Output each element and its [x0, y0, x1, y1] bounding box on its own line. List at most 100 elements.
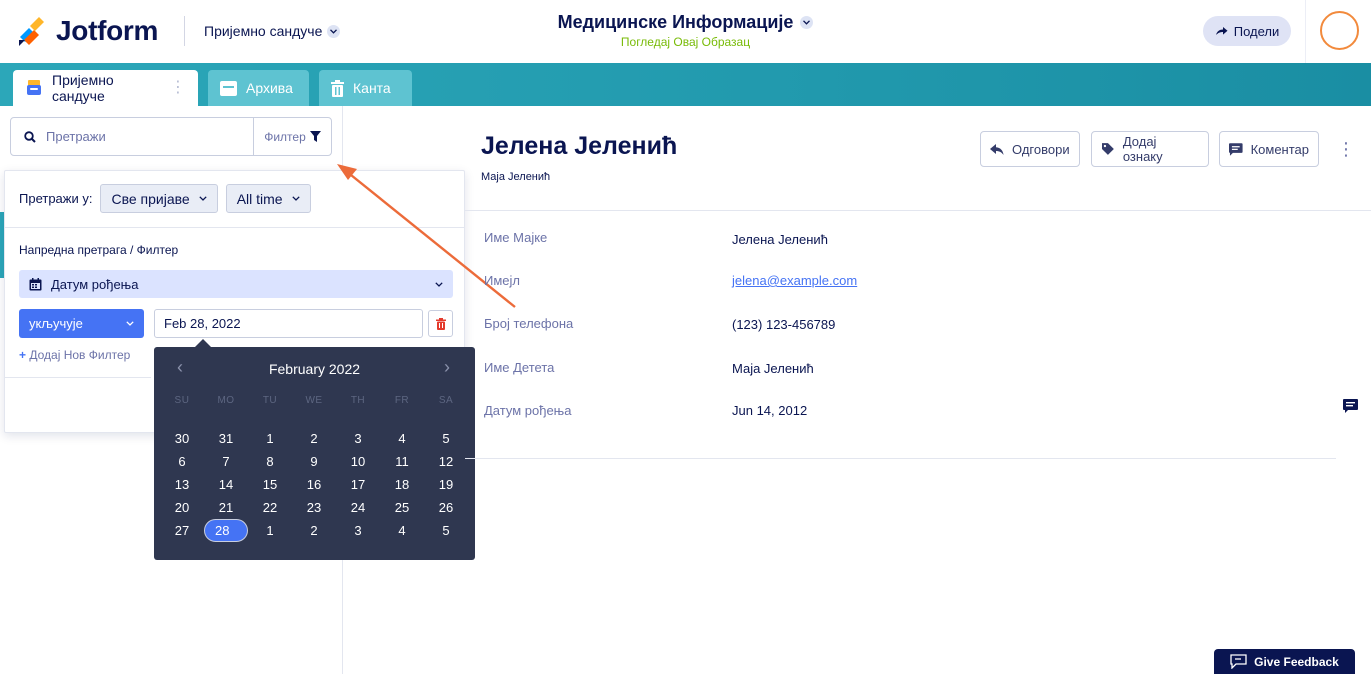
calendar-day[interactable]: 31 — [204, 427, 248, 450]
calendar-day[interactable]: 15 — [248, 473, 292, 496]
time-range-select[interactable]: All time — [225, 184, 311, 213]
scope-select[interactable]: Све пријаве — [100, 184, 218, 213]
calendar-day[interactable]: 14 — [204, 473, 248, 496]
field-value: Маја Јеленић — [732, 361, 814, 376]
calendar-day[interactable]: 21 — [204, 496, 248, 519]
chevron-down-icon — [126, 321, 134, 326]
field-value: Јелена Јеленић — [732, 232, 828, 247]
plus-icon: + — [19, 348, 27, 362]
calendar-day-selected[interactable]: 28 — [204, 519, 248, 542]
calendar-day[interactable]: 7 — [204, 450, 248, 473]
filter-label: Филтер — [264, 129, 306, 144]
filter-field-select[interactable]: Датум рођења — [19, 270, 453, 298]
submission-subtitle: Маја Јеленић — [481, 171, 551, 183]
calendar-day[interactable]: 12 — [424, 450, 468, 473]
scope-select-value: Све пријаве — [111, 190, 190, 207]
share-button[interactable]: Подели — [1203, 16, 1291, 46]
field-label: Име Мајке — [484, 230, 548, 245]
funnel-icon — [309, 131, 321, 142]
search-input[interactable] — [46, 129, 236, 144]
calendar-day[interactable]: 3 — [336, 427, 380, 450]
field-value: (123) 123-456789 — [732, 317, 836, 332]
form-title[interactable]: Медицинске Информације — [558, 12, 814, 33]
more-options-icon[interactable]: ⋮ — [170, 80, 186, 96]
tab-inbox[interactable]: Пријемно сандуче ⋮ — [13, 70, 198, 106]
calendar-day[interactable]: 10 — [336, 450, 380, 473]
divider — [465, 210, 1371, 211]
comment-icon[interactable] — [1343, 399, 1358, 413]
calendar-day[interactable]: 2 — [292, 519, 336, 542]
advanced-search-label: Напредна претрага / Филтер — [19, 243, 179, 257]
reply-icon — [990, 143, 1004, 155]
archive-icon — [220, 80, 237, 96]
weekday-label: MO — [217, 395, 235, 406]
calendar-day[interactable]: 23 — [292, 496, 336, 519]
chevron-down-icon — [199, 196, 207, 201]
weekday-label: WE — [305, 395, 323, 406]
add-filter-label: Додај Нов Филтер — [29, 348, 131, 362]
calendar-day[interactable]: 8 — [248, 450, 292, 473]
weekday-label: TH — [350, 395, 366, 406]
trash-icon — [435, 317, 446, 330]
calendar-day[interactable]: 20 — [160, 496, 204, 519]
calendar-day[interactable]: 9 — [292, 450, 336, 473]
weekday-label: SA — [438, 395, 454, 406]
calendar-day[interactable]: 1 — [248, 519, 292, 542]
reply-label: Одговори — [1012, 141, 1070, 157]
calendar-day[interactable]: 30 — [160, 427, 204, 450]
calendar-day[interactable]: 11 — [380, 450, 424, 473]
filter-button[interactable]: Филтер — [253, 118, 331, 155]
calendar-day[interactable]: 2 — [292, 427, 336, 450]
filter-date-input[interactable] — [154, 309, 423, 338]
more-actions-icon[interactable]: ⋮ — [1337, 138, 1355, 160]
calendar-day[interactable]: 3 — [336, 519, 380, 542]
calendar-day[interactable]: 13 — [160, 473, 204, 496]
calendar-day[interactable]: 17 — [336, 473, 380, 496]
calendar-day[interactable]: 1 — [248, 427, 292, 450]
view-form-link[interactable]: Погледај Овај Образац — [0, 35, 1371, 49]
add-filter-link[interactable]: + Додај Нов Филтер — [19, 348, 130, 362]
chevron-down-icon — [291, 196, 300, 201]
search-in-label: Претражи у: — [19, 191, 93, 206]
submission-title: Јелена Јеленић — [481, 132, 678, 160]
search-box: Филтер — [10, 117, 332, 156]
chevron-down-icon — [800, 16, 814, 29]
reply-button[interactable]: Одговори — [980, 131, 1080, 167]
email-link[interactable]: jelena@example.com — [732, 273, 857, 288]
calendar-day[interactable]: 18 — [380, 473, 424, 496]
calendar-day[interactable]: 26 — [424, 496, 468, 519]
user-avatar[interactable] — [1320, 11, 1359, 50]
calendar-icon — [29, 277, 42, 290]
calendar-day[interactable]: 24 — [336, 496, 380, 519]
tab-archive-label: Архива — [246, 80, 293, 96]
field-label: Име Детета — [484, 360, 555, 375]
calendar-day[interactable]: 6 — [160, 450, 204, 473]
calendar-day[interactable]: 27 — [160, 519, 204, 542]
next-month-button[interactable]: › — [437, 357, 457, 377]
calendar-day[interactable]: 16 — [292, 473, 336, 496]
filter-operator-value: укључује — [29, 316, 83, 331]
calendar-day[interactable]: 25 — [380, 496, 424, 519]
divider — [5, 377, 151, 378]
tab-trash[interactable]: Канта — [319, 70, 412, 106]
delete-filter-button[interactable] — [428, 310, 453, 337]
add-tag-button[interactable]: Додај ознаку — [1091, 131, 1209, 167]
tab-archive[interactable]: Архива — [208, 70, 309, 106]
comment-label: Коментар — [1250, 141, 1309, 157]
tab-bar: Пријемно сандуче ⋮ Архива Канта — [0, 63, 1371, 106]
field-value: Jun 14, 2012 — [732, 403, 808, 418]
calendar-day[interactable]: 4 — [380, 519, 424, 542]
calendar-day[interactable]: 4 — [380, 427, 424, 450]
give-feedback-button[interactable]: Give Feedback — [1214, 649, 1355, 674]
datepicker-month-label: February 2022 — [268, 361, 361, 377]
filter-operator-select[interactable]: укључује — [19, 309, 144, 338]
datepicker-pointer — [195, 339, 211, 347]
calendar-day[interactable]: 5 — [424, 519, 468, 542]
calendar-day[interactable]: 22 — [248, 496, 292, 519]
calendar-day[interactable]: 19 — [424, 473, 468, 496]
comment-button[interactable]: Коментар — [1219, 131, 1319, 167]
calendar-day[interactable]: 5 — [424, 427, 468, 450]
filter-field-value: Датум рођења — [51, 276, 139, 292]
search-scope-row: Претражи у: Све пријаве All time — [19, 184, 311, 213]
